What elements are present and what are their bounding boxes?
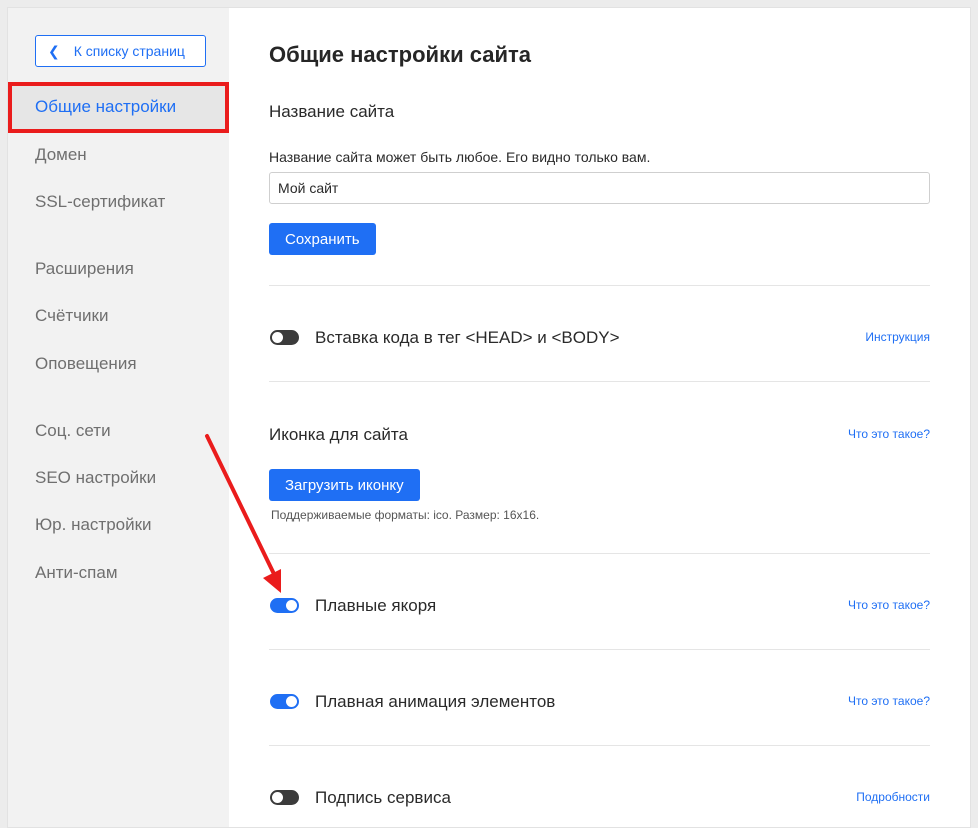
service-signature-toggle[interactable]	[270, 790, 299, 805]
divider	[269, 649, 930, 650]
sidebar: ❮ К списку страниц Общие настройки Домен…	[8, 8, 229, 827]
smooth-anchors-label: Плавные якоря	[315, 596, 437, 615]
smooth-animation-toggle[interactable]	[270, 694, 299, 709]
chevron-left-icon: ❮	[48, 43, 60, 59]
save-button[interactable]: Сохранить	[269, 223, 376, 255]
sidebar-item-domain[interactable]: Домен	[35, 145, 87, 165]
site-name-input[interactable]	[269, 172, 930, 204]
settings-window: ❮ К списку страниц Общие настройки Домен…	[7, 7, 971, 828]
divider	[269, 553, 930, 554]
divider	[269, 745, 930, 746]
divider	[269, 285, 930, 286]
back-to-pages-button[interactable]: ❮ К списку страниц	[35, 35, 206, 67]
toggle-knob	[286, 696, 297, 707]
toggle-knob	[272, 332, 283, 343]
divider	[269, 381, 930, 382]
page-title: Общие настройки сайта	[269, 42, 531, 67]
sidebar-item-counters[interactable]: Счётчики	[35, 306, 108, 326]
upload-icon-button[interactable]: Загрузить иконку	[269, 469, 420, 501]
site-name-label: Название сайта	[269, 102, 395, 121]
sidebar-item-extensions[interactable]: Расширения	[35, 259, 134, 279]
sidebar-item-legal[interactable]: Юр. настройки	[35, 515, 152, 535]
site-name-hint: Название сайта может быть любое. Его вид…	[269, 149, 651, 165]
sidebar-item-social[interactable]: Соц. сети	[35, 421, 111, 441]
favicon-format-note: Поддерживаемые форматы: ico. Размер: 16x…	[271, 508, 540, 522]
main-content: Общие настройки сайта Название сайта Наз…	[269, 8, 930, 827]
sidebar-item-ssl[interactable]: SSL-сертификат	[35, 192, 165, 212]
sidebar-item-general[interactable]: Общие настройки	[35, 97, 176, 117]
back-button-label: К списку страниц	[73, 43, 185, 59]
code-insert-label: Вставка кода в тег <HEAD> и <BODY>	[315, 328, 620, 347]
service-signature-label: Подпись сервиса	[315, 788, 451, 807]
sidebar-item-seo[interactable]: SEO настройки	[35, 468, 156, 488]
toggle-knob	[272, 792, 283, 803]
service-signature-details-link[interactable]: Подробности	[856, 790, 930, 804]
smooth-animation-label: Плавная анимация элементов	[315, 692, 556, 711]
code-insert-toggle[interactable]	[270, 330, 299, 345]
sidebar-item-antispam[interactable]: Анти-спам	[35, 563, 118, 583]
favicon-help-link[interactable]: Что это такое?	[848, 427, 930, 441]
sidebar-item-notifications[interactable]: Оповещения	[35, 354, 137, 374]
smooth-anchors-toggle[interactable]	[270, 598, 299, 613]
smooth-anchors-help-link[interactable]: Что это такое?	[848, 598, 930, 612]
code-insert-instructions-link[interactable]: Инструкция	[865, 330, 930, 344]
toggle-knob	[286, 600, 297, 611]
smooth-animation-help-link[interactable]: Что это такое?	[848, 694, 930, 708]
favicon-label: Иконка для сайта	[269, 425, 408, 444]
